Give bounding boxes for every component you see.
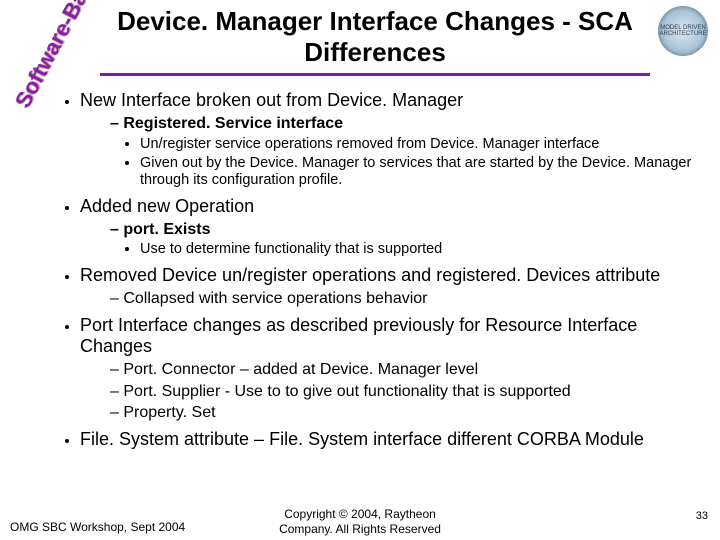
slide-number: 33 <box>696 510 708 522</box>
bullet-text: Port. Connector – added at Device. Manag… <box>123 361 478 378</box>
slide-content: New Interface broken out from Device. Ma… <box>0 76 720 451</box>
copyright-line2: Company. All Rights Reserved <box>279 522 441 536</box>
bullet-text: Property. Set <box>123 404 215 421</box>
list-item: Removed Device un/register operations an… <box>80 265 696 308</box>
bullet-text: Port Interface changes as described prev… <box>80 315 637 357</box>
bullet-text: port. Exists <box>123 221 210 238</box>
list-item: Port Interface changes as described prev… <box>80 315 696 423</box>
copyright-line1: Copyright © 2004, Raytheon <box>284 507 436 521</box>
bullet-list: New Interface broken out from Device. Ma… <box>58 90 696 451</box>
bullet-text: Registered. Service interface <box>123 115 343 132</box>
list-item: Added new Operation port. Exists Use to … <box>80 196 696 259</box>
bullet-text: Collapsed with service operations behavi… <box>123 290 427 307</box>
slide-title: Device. Manager Interface Changes - SCA … <box>100 6 650 67</box>
list-item: Given out by the Device. Manager to serv… <box>140 155 696 190</box>
bullet-text: Use to determine functionality that is s… <box>140 241 442 257</box>
list-item: File. System attribute – File. System in… <box>80 429 696 451</box>
footer-left: OMG SBC Workshop, Sept 2004 <box>10 520 185 534</box>
list-item: Property. Set <box>110 403 696 423</box>
footer: OMG SBC Workshop, Sept 2004 Copyright © … <box>0 507 720 536</box>
list-item: New Interface broken out from Device. Ma… <box>80 90 696 190</box>
bullet-text: Given out by the Device. Manager to serv… <box>140 155 691 189</box>
bullet-text: Added new Operation <box>80 196 254 216</box>
bullet-text: Port. Supplier - Use to to give out func… <box>123 383 570 400</box>
list-item: Collapsed with service operations behavi… <box>110 289 696 309</box>
list-item: Port. Connector – added at Device. Manag… <box>110 360 696 380</box>
list-item: Use to determine functionality that is s… <box>140 241 696 259</box>
list-item: Registered. Service interface Un/registe… <box>110 114 696 190</box>
list-item: Un/register service operations removed f… <box>140 136 696 154</box>
title-area: Device. Manager Interface Changes - SCA … <box>0 0 720 69</box>
list-item: port. Exists Use to determine functional… <box>110 220 696 259</box>
bullet-text: Removed Device un/register operations an… <box>80 265 660 285</box>
list-item: Port. Supplier - Use to to give out func… <box>110 382 696 402</box>
bullet-text: New Interface broken out from Device. Ma… <box>80 90 463 110</box>
bullet-text: File. System attribute – File. System in… <box>80 429 644 449</box>
bullet-text: Un/register service operations removed f… <box>140 136 599 152</box>
